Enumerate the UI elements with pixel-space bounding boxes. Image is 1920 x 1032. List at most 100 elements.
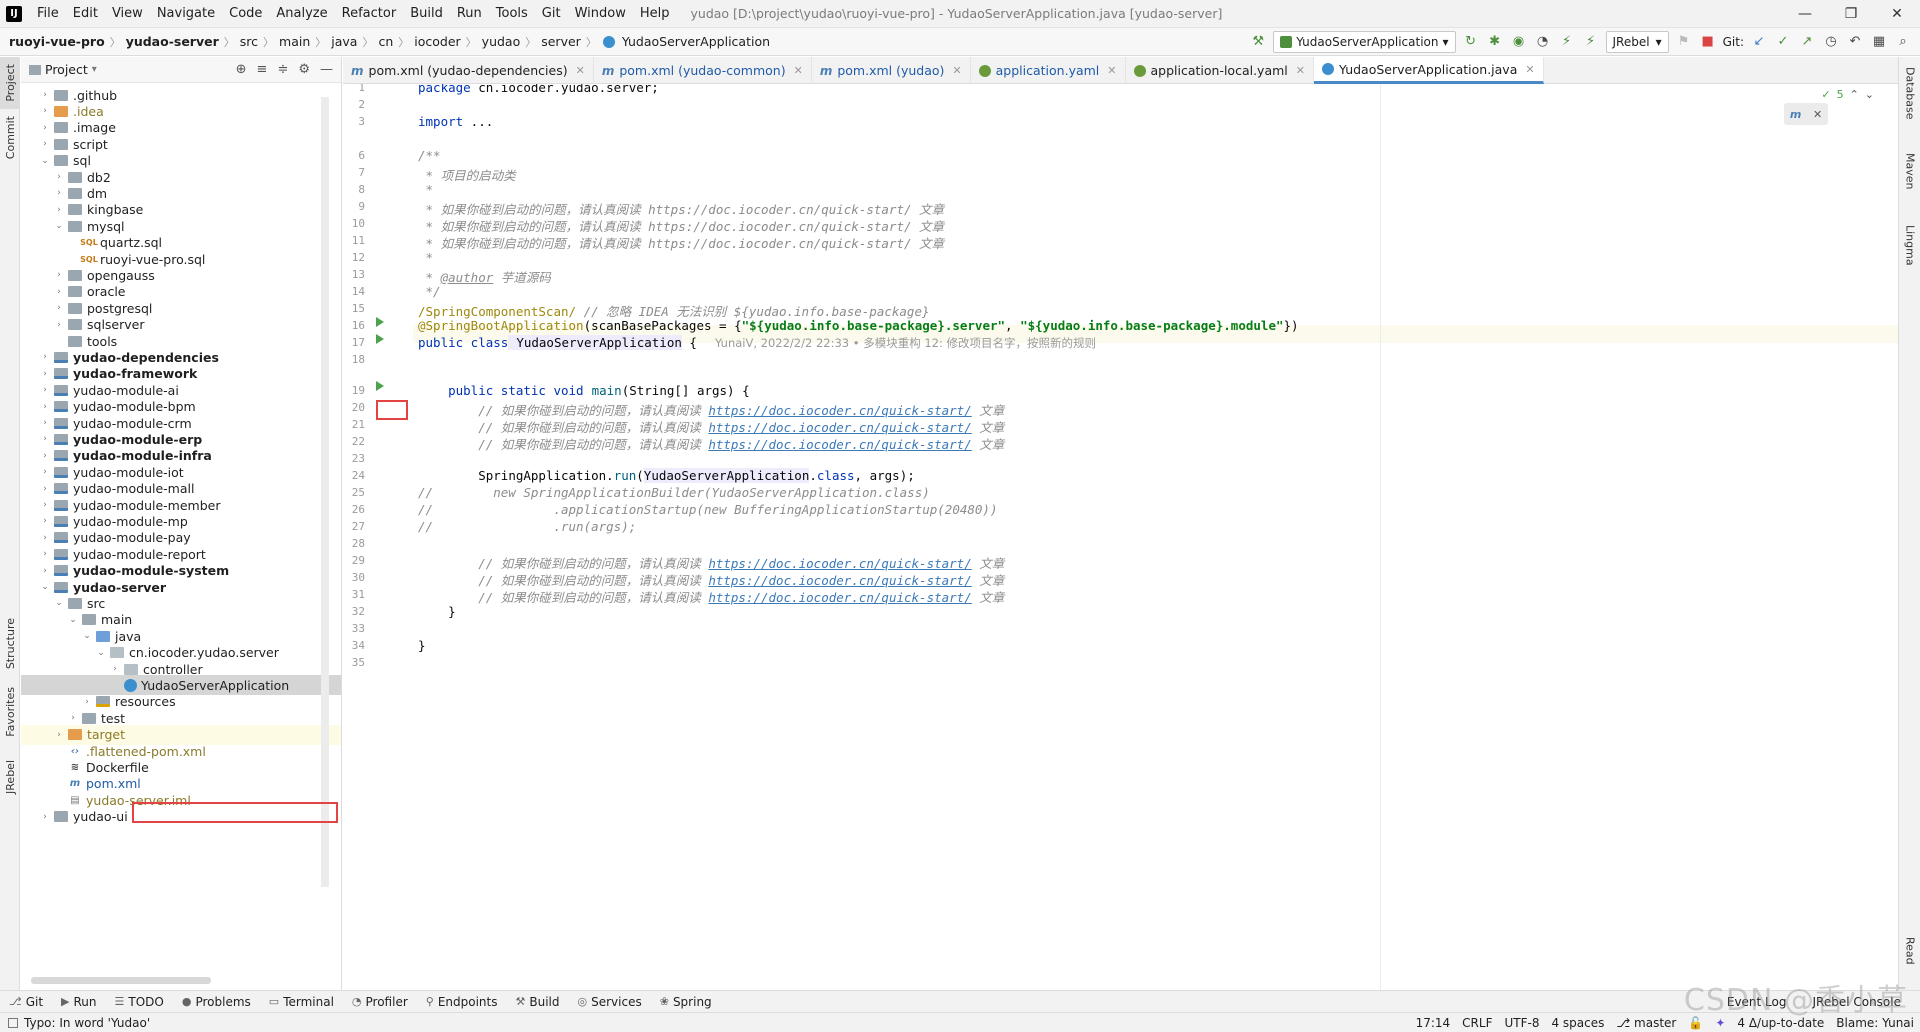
- chevron-right-icon[interactable]: ›: [53, 303, 65, 313]
- chevron-right-icon[interactable]: ›: [53, 270, 65, 280]
- coverage-icon[interactable]: ◉: [1510, 33, 1528, 51]
- menu-analyze[interactable]: Analyze: [269, 0, 334, 28]
- expand-all-icon[interactable]: ≡: [257, 62, 268, 77]
- vertical-scrollbar[interactable]: [321, 97, 329, 887]
- chevron-right-icon[interactable]: ›: [39, 566, 51, 576]
- chevron-down-icon[interactable]: ▾: [92, 64, 97, 75]
- chevron-right-icon[interactable]: ›: [39, 549, 51, 559]
- editor-tab[interactable]: YudaoServerApplication.java ✕: [1314, 57, 1544, 84]
- editor-tab[interactable]: application-local.yaml ✕: [1126, 57, 1314, 84]
- close-icon[interactable]: ✕: [1525, 63, 1534, 76]
- chevron-right-icon[interactable]: ›: [39, 467, 51, 477]
- menu-view[interactable]: View: [105, 0, 150, 28]
- tool-tab-database[interactable]: Database: [1899, 67, 1920, 147]
- hammer-build-icon[interactable]: ⚒: [1249, 33, 1267, 51]
- breadcrumb-item[interactable]: yudao-server: [123, 34, 222, 49]
- chevron-right-icon[interactable]: ›: [39, 123, 51, 133]
- breadcrumb-item[interactable]: server: [538, 34, 584, 49]
- git-branch[interactable]: ⎇ master: [1616, 1016, 1676, 1030]
- inspection-widget[interactable]: ✓ 5 ⌃ ⌄: [1821, 88, 1874, 101]
- editor-tab[interactable]: m pom.xml (yudao) ✕: [812, 57, 971, 84]
- tool-tab-lingma[interactable]: Lingma: [1899, 225, 1920, 295]
- run-main-icon[interactable]: [376, 334, 384, 344]
- close-icon[interactable]: ✕: [794, 64, 803, 77]
- tool-tab-jrebel[interactable]: JRebel: [0, 752, 20, 802]
- chevron-down-icon[interactable]: ⌄: [95, 648, 107, 658]
- run-main-icon[interactable]: [376, 381, 384, 391]
- project-structure-icon[interactable]: ▦: [1870, 33, 1888, 51]
- chevron-right-icon[interactable]: ›: [53, 172, 65, 182]
- chevron-right-icon[interactable]: ›: [53, 730, 65, 740]
- jrebel-select[interactable]: JRebel ▾: [1605, 30, 1669, 53]
- maximize-icon[interactable]: ❐: [1828, 0, 1874, 28]
- chevron-right-icon[interactable]: ›: [39, 139, 51, 149]
- maven-reload-icon[interactable]: m: [1790, 108, 1801, 121]
- breadcrumb-item[interactable]: ruoyi-vue-pro: [6, 34, 108, 49]
- breadcrumb-item[interactable]: cn: [375, 34, 396, 49]
- tool-tab-todo[interactable]: ☰ TODO: [106, 995, 173, 1009]
- tool-tab-git[interactable]: ⎇ Git: [0, 995, 52, 1009]
- chevron-right-icon[interactable]: ›: [39, 90, 51, 100]
- menu-window[interactable]: Window: [568, 0, 633, 28]
- jrebel-run-icon[interactable]: ⚡: [1558, 33, 1576, 51]
- tool-tab-favorites[interactable]: Favorites: [0, 679, 20, 745]
- close-icon[interactable]: ✕: [1107, 64, 1116, 77]
- chevron-right-icon[interactable]: ›: [39, 434, 51, 444]
- tool-tab-profiler[interactable]: ◔ Profiler: [343, 995, 417, 1009]
- tool-tab-maven[interactable]: Maven: [1899, 153, 1920, 213]
- maven-reload-popup[interactable]: m ✕: [1784, 103, 1828, 125]
- chevron-up-icon[interactable]: ⌃: [1850, 88, 1859, 101]
- chevron-right-icon[interactable]: ›: [53, 287, 65, 297]
- chevron-right-icon[interactable]: ›: [53, 188, 65, 198]
- menu-refactor[interactable]: Refactor: [335, 0, 404, 28]
- chevron-right-icon[interactable]: ›: [39, 484, 51, 494]
- rollback-icon[interactable]: ↶: [1846, 33, 1864, 51]
- chevron-right-icon[interactable]: ›: [39, 418, 51, 428]
- menu-build[interactable]: Build: [403, 0, 450, 28]
- git-push-icon[interactable]: ↗: [1798, 33, 1816, 51]
- tool-tab-run[interactable]: ▶ Run: [52, 995, 105, 1009]
- attach-icon[interactable]: ⚑: [1675, 33, 1693, 51]
- git-update-icon[interactable]: ↙: [1750, 33, 1768, 51]
- close-icon[interactable]: ✕: [576, 64, 585, 77]
- tool-tab-services[interactable]: ◎ Services: [569, 995, 651, 1009]
- menu-file[interactable]: File: [30, 0, 66, 28]
- chevron-right-icon[interactable]: ›: [67, 713, 79, 723]
- tool-tab-endpoints[interactable]: ⚲ Endpoints: [417, 995, 507, 1009]
- breadcrumb-item[interactable]: src: [237, 34, 261, 49]
- chevron-right-icon[interactable]: ›: [39, 385, 51, 395]
- chevron-down-icon[interactable]: ⌄: [53, 598, 65, 608]
- editor-tab[interactable]: m pom.xml (yudao-common) ✕: [594, 57, 812, 84]
- tool-tab-project[interactable]: Project: [0, 57, 20, 109]
- chevron-down-icon[interactable]: ⌄: [53, 221, 65, 231]
- editor-tab[interactable]: m pom.xml (yudao-dependencies) ✕: [343, 57, 594, 84]
- chevron-down-icon[interactable]: ⌄: [39, 156, 51, 166]
- menu-run[interactable]: Run: [450, 0, 489, 28]
- locate-icon[interactable]: ⊕: [236, 62, 247, 77]
- chevron-right-icon[interactable]: ›: [109, 664, 121, 674]
- code-editor[interactable]: 1 2 3 6 7 8 9 10 11 12 13 14 15 16 17 18 19 20 21 22 23 24 25 2…: [343, 84, 1898, 990]
- tool-windows-icon[interactable]: [8, 1017, 18, 1028]
- search-icon[interactable]: ⌕: [1894, 33, 1912, 51]
- chevron-down-icon[interactable]: ⌄: [81, 631, 93, 641]
- chevron-down-icon[interactable]: ⌄: [67, 615, 79, 625]
- close-icon[interactable]: ✕: [1874, 0, 1920, 28]
- tool-tab-problems[interactable]: ● Problems: [173, 995, 260, 1009]
- breadcrumb-item[interactable]: yudao: [479, 34, 524, 49]
- chevron-right-icon[interactable]: ›: [39, 516, 51, 526]
- menu-tools[interactable]: Tools: [489, 0, 535, 28]
- rerun-icon[interactable]: ↻: [1462, 33, 1480, 51]
- tool-tab-commit[interactable]: Commit: [0, 113, 20, 163]
- debug-icon[interactable]: ✱: [1486, 33, 1504, 51]
- spring-bean-icon[interactable]: [376, 317, 384, 327]
- horizontal-scrollbar[interactable]: [31, 977, 211, 984]
- close-icon[interactable]: ✕: [952, 64, 961, 77]
- tool-tab-structure[interactable]: Structure: [0, 613, 20, 675]
- menu-code[interactable]: Code: [222, 0, 269, 28]
- git-commit-icon[interactable]: ✓: [1774, 33, 1792, 51]
- close-icon[interactable]: ✕: [1813, 108, 1822, 121]
- menu-edit[interactable]: Edit: [66, 0, 105, 28]
- caret-position[interactable]: 17:14: [1416, 1016, 1451, 1030]
- chevron-right-icon[interactable]: ›: [39, 812, 51, 822]
- chevron-right-icon[interactable]: ›: [39, 533, 51, 543]
